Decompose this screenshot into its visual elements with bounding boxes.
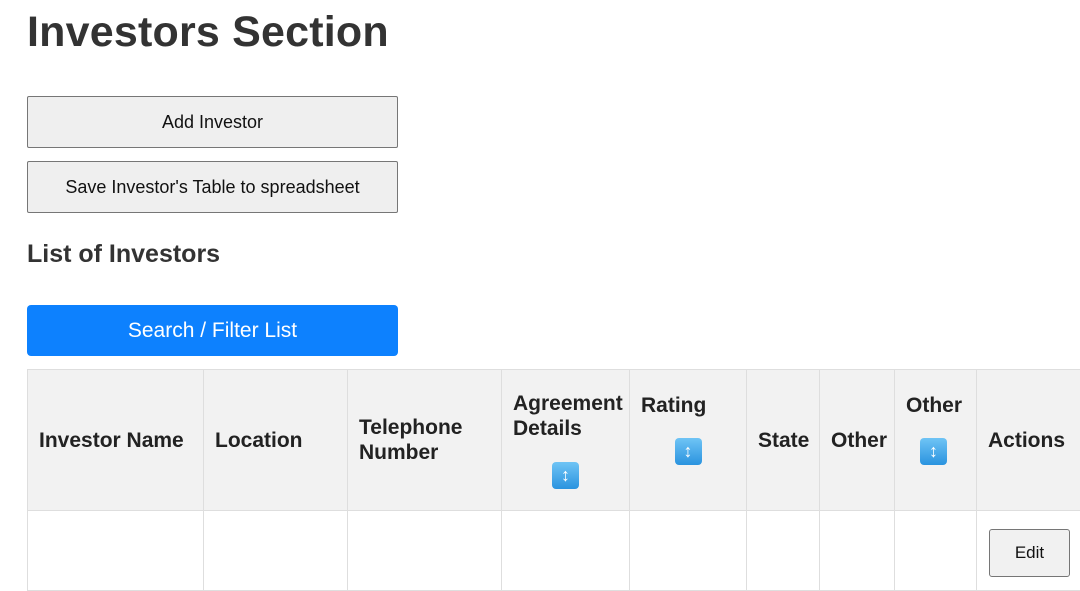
column-header-other-sortable[interactable]: Other ↕ — [895, 370, 977, 511]
table-row: Edit — [28, 511, 1080, 591]
column-header-label: Telephone Number — [359, 416, 462, 464]
cell-location — [204, 511, 348, 591]
column-header-actions: Actions — [977, 370, 1080, 511]
column-header-other: Other — [820, 370, 895, 511]
cell-rating — [630, 511, 747, 591]
column-header-investor-name: Investor Name — [28, 370, 204, 511]
column-header-label: Agreement Details — [513, 391, 618, 441]
up-down-arrow-icon[interactable]: ↕ — [920, 438, 947, 465]
edit-button[interactable]: Edit — [989, 529, 1070, 577]
column-header-label: State — [758, 429, 809, 452]
column-header-label: Location — [215, 429, 303, 452]
column-header-location: Location — [204, 370, 348, 511]
cell-other — [820, 511, 895, 591]
add-investor-button[interactable]: Add Investor — [27, 96, 398, 148]
column-header-label: Other — [831, 429, 887, 452]
column-header-agreement-details[interactable]: Agreement Details ↕ — [502, 370, 630, 511]
column-header-state: State — [747, 370, 820, 511]
column-header-label: Other — [906, 393, 965, 418]
cell-agreement-details — [502, 511, 630, 591]
cell-telephone-number — [348, 511, 502, 591]
up-down-arrow-icon[interactable]: ↕ — [552, 462, 579, 489]
investors-table: Investor Name Location Telephone Number … — [27, 369, 1080, 591]
column-header-label: Rating — [641, 393, 735, 418]
save-to-spreadsheet-button[interactable]: Save Investor's Table to spreadsheet — [27, 161, 398, 213]
page-title: Investors Section — [27, 8, 389, 57]
up-down-arrow-icon[interactable]: ↕ — [675, 438, 702, 465]
cell-other-2 — [895, 511, 977, 591]
cell-actions: Edit — [977, 511, 1080, 591]
cell-state — [747, 511, 820, 591]
search-filter-button[interactable]: Search / Filter List — [27, 305, 398, 356]
column-header-label: Actions — [988, 429, 1065, 452]
column-header-rating[interactable]: Rating ↕ — [630, 370, 747, 511]
cell-investor-name — [28, 511, 204, 591]
table-header-row: Investor Name Location Telephone Number … — [28, 370, 1080, 511]
column-header-label: Investor Name — [39, 429, 184, 452]
list-title: List of Investors — [27, 240, 220, 269]
column-header-telephone-number: Telephone Number — [348, 370, 502, 511]
